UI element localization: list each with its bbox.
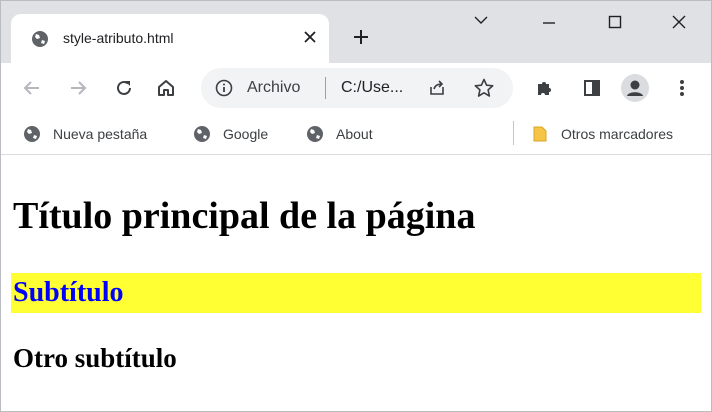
sidepanel-icon[interactable] <box>579 75 605 101</box>
globe-icon <box>23 125 41 143</box>
page-heading-main: Título principal de la página <box>13 195 476 237</box>
puzzle-icon[interactable] <box>531 75 557 101</box>
bookmark-label: Google <box>223 126 269 142</box>
globe-icon <box>193 125 211 143</box>
page-subtitle: Subtítulo <box>11 273 701 313</box>
tab-strip: style-atributo.html <box>1 1 711 64</box>
more-vert-icon[interactable] <box>669 75 695 101</box>
share-icon[interactable] <box>427 78 447 98</box>
reload-icon[interactable] <box>111 75 137 101</box>
bookmarks-bar: Nueva pestaña Google About Otros marcado… <box>1 113 711 155</box>
security-label[interactable]: Archivo <box>247 79 300 97</box>
profile-icon[interactable] <box>621 74 649 102</box>
folder-icon <box>531 125 549 143</box>
toolbar: Archivo C:/Use... <box>1 63 711 113</box>
bookmark-label: Nueva pestaña <box>53 126 148 142</box>
omnibox-divider <box>325 77 326 99</box>
home-icon[interactable] <box>153 75 179 101</box>
minimize-icon[interactable] <box>529 9 569 37</box>
globe-icon <box>306 125 324 143</box>
globe-icon <box>31 30 49 48</box>
tab-active[interactable]: style-atributo.html <box>11 14 329 64</box>
bookmark-label: About <box>336 126 373 142</box>
chevron-down-icon[interactable] <box>461 9 501 37</box>
page-subtitle-secondary: Otro subtítulo <box>13 343 177 373</box>
star-icon[interactable] <box>473 77 495 99</box>
close-icon[interactable] <box>299 28 321 50</box>
page-content: Título principal de la página Subtítulo … <box>1 156 711 411</box>
bookmark-about[interactable]: About <box>306 123 373 145</box>
bookmark-google[interactable]: Google <box>193 123 268 145</box>
bookmarks-divider <box>513 121 514 145</box>
address-bar[interactable]: Archivo C:/Use... <box>201 68 513 108</box>
maximize-icon[interactable] <box>595 9 635 37</box>
back-icon[interactable] <box>19 75 45 101</box>
info-icon[interactable] <box>215 79 233 97</box>
bookmark-nueva-pestana[interactable]: Nueva pestaña <box>23 123 147 145</box>
tab-title: style-atributo.html <box>63 30 174 46</box>
bookmark-other[interactable]: Otros marcadores <box>531 123 673 145</box>
forward-icon[interactable] <box>65 75 91 101</box>
bookmark-label: Otros marcadores <box>561 126 674 142</box>
browser-window: style-atributo.html Archivo C:/Use... Nu… <box>0 0 712 412</box>
new-tab-button[interactable] <box>347 25 375 53</box>
close-icon[interactable] <box>659 9 699 37</box>
url-text[interactable]: C:/Use... <box>341 79 403 97</box>
